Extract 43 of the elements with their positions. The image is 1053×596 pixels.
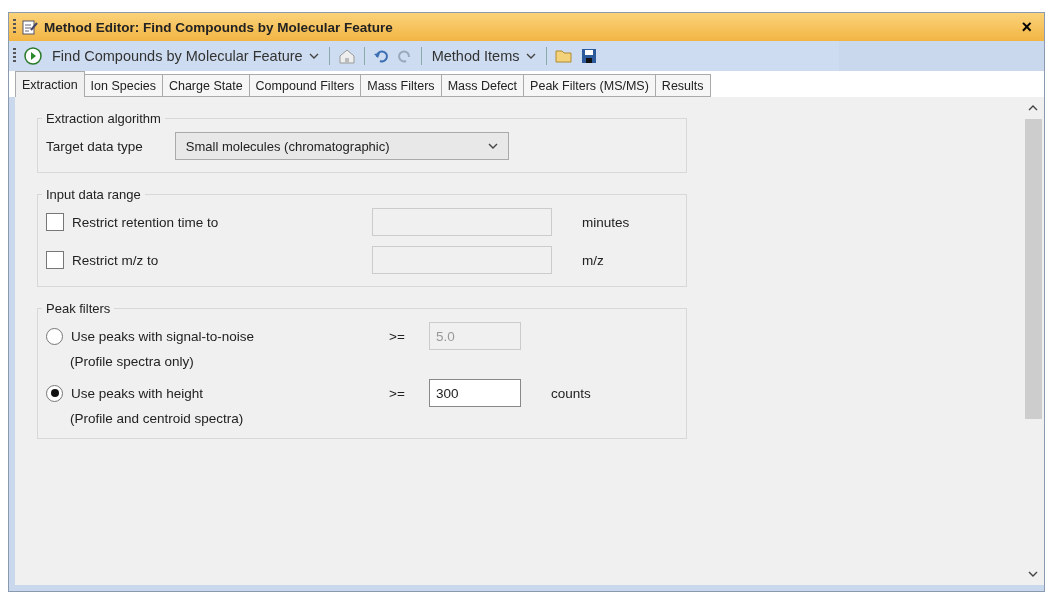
unit-label: counts (551, 385, 591, 401)
option-label: Use peaks with signal-to-noise (71, 328, 256, 344)
chevron-up-icon (1028, 105, 1038, 111)
operator-label: >= (389, 328, 406, 344)
scroll-thumb[interactable] (1024, 119, 1042, 419)
document-edit-icon (22, 19, 38, 35)
radio-button[interactable] (46, 384, 63, 402)
tab[interactable]: Mass Defect (440, 74, 525, 97)
unit-label: minutes (582, 214, 630, 230)
group-title: Extraction algorithm (45, 111, 162, 126)
play-icon[interactable] (24, 47, 42, 65)
tab[interactable]: Peak Filters (MS/MS) (523, 74, 656, 97)
unit-label: m/z (582, 252, 604, 268)
option-note: (Profile and centroid spectra) (70, 411, 245, 426)
tab[interactable]: Mass Filters (360, 74, 442, 97)
method-dropdown[interactable]: Find Compounds by Molecular Feature (50, 46, 321, 66)
tab[interactable]: Compound Filters (248, 74, 362, 97)
group-title: Peak filters (45, 301, 112, 316)
tab[interactable]: Results (654, 74, 711, 97)
data-type-dropdown[interactable]: Small molecules (chromatographic) (174, 132, 509, 160)
checkbox-label: Restrict m/z to (72, 252, 160, 268)
save-icon[interactable] (580, 48, 597, 64)
field-label: Target data type (46, 138, 143, 154)
tab[interactable]: Extraction (15, 71, 85, 97)
tab[interactable]: Charge State (161, 74, 250, 97)
threshold-field[interactable]: 300 (429, 379, 521, 407)
option-note: (Profile spectra only) (70, 354, 195, 369)
group-title: Input data range (45, 187, 142, 202)
caret-icon (308, 53, 319, 59)
chevron-down-icon (487, 143, 498, 149)
operator-label: >= (389, 385, 406, 401)
home-icon[interactable] (337, 47, 356, 65)
method-items-menu[interactable]: Method Items (429, 46, 538, 66)
chevron-down-icon (1028, 571, 1038, 577)
caret-icon (525, 53, 536, 59)
checkbox[interactable] (46, 213, 64, 231)
checkbox[interactable] (46, 251, 64, 269)
undo-icon[interactable] (372, 48, 389, 64)
close-button[interactable]: × (1017, 16, 1036, 38)
window-title: Method Editor: Find Compounds by Molecular Feature (44, 19, 394, 35)
checkbox-label: Restrict retention time to (72, 214, 220, 230)
option-label: Use peaks with height (71, 385, 205, 401)
tab[interactable]: Ion Species (83, 74, 163, 97)
